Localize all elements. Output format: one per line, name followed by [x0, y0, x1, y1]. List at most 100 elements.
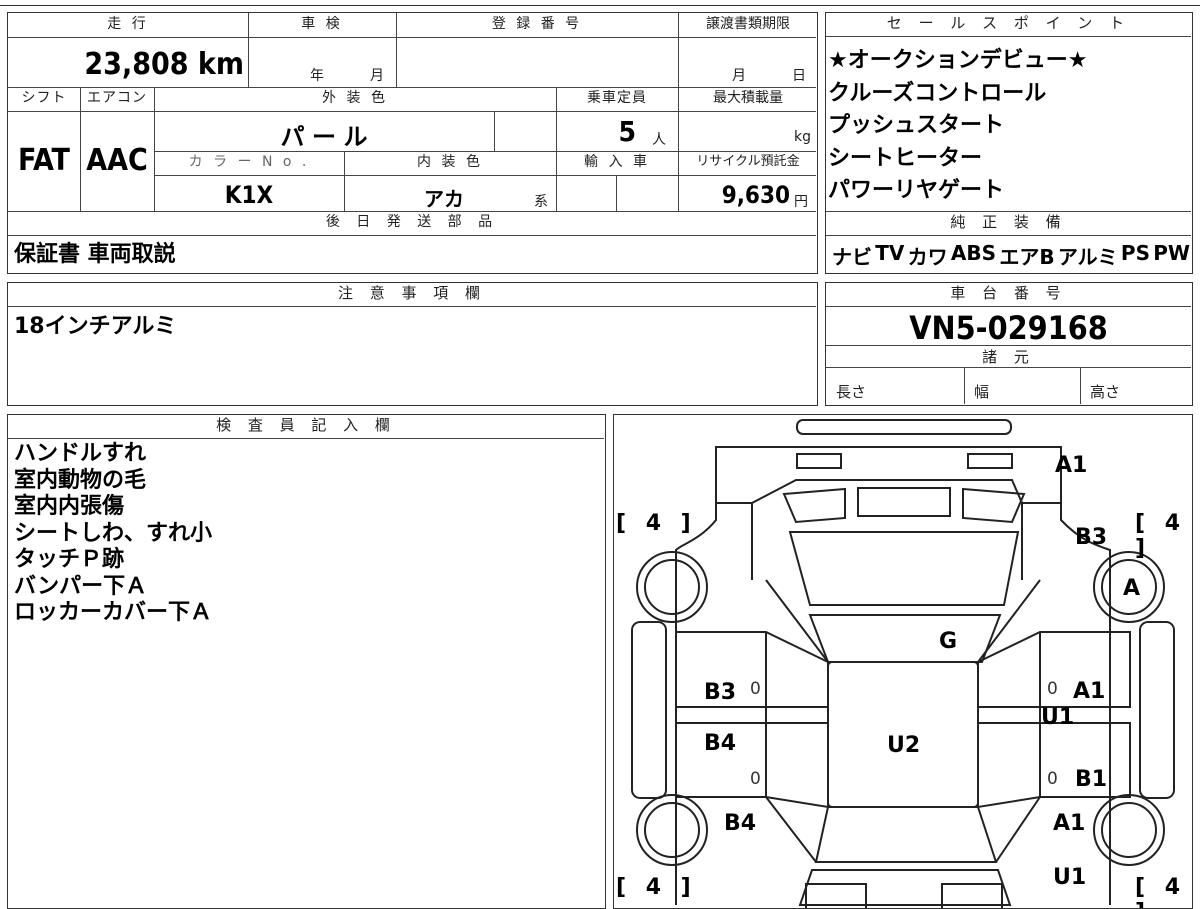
header-later-parts: 後 日 発 送 部 品: [325, 214, 499, 230]
car-diagram: [630, 418, 1175, 908]
notes-header: 注 意 事 項 欄: [8, 283, 816, 307]
wheel-rear-left: [635, 550, 708, 623]
shift-value: FAT: [18, 143, 70, 178]
equipment-abs: ABS: [950, 241, 997, 265]
mark-cabin-u2: U2: [887, 733, 921, 758]
notes-text: 18インチアルミ: [14, 314, 177, 339]
transfer-day-label: 日: [792, 68, 806, 84]
mark-front-right-u1: U1: [1053, 865, 1087, 890]
door-right-front: [976, 721, 1131, 808]
mark-zero: 0: [750, 769, 761, 789]
header-capacity: 乗車定員: [587, 90, 647, 106]
header-interior-color: 内 装 色: [417, 154, 483, 170]
header-exterior-color: 外 装 色: [322, 90, 388, 106]
header-import: 輸 入 車: [584, 154, 650, 170]
rocker-left: [630, 620, 667, 799]
transfer-month-label: 月: [732, 68, 746, 84]
mark-zero: 0: [750, 679, 761, 699]
mark-left-front-door-b4: B4: [704, 731, 737, 756]
tire-tread-front-left: [ 4 ]: [616, 875, 697, 900]
header-mileage: 走 行: [107, 16, 149, 32]
inspector-note-line: 室内内張傷: [14, 494, 125, 519]
color-number-value: K1X: [224, 181, 274, 209]
spec-width-label: 幅: [974, 383, 990, 401]
chassis-panel: 車 台 番 号 VN5-029168 諸 元 長さ 幅 高さ: [825, 282, 1193, 406]
tire-tread-rear-right: [ 4 ]: [1135, 511, 1187, 561]
vehicle-info-table: 走 行 車 検 登 録 番 号 譲渡書類期限 23,808 km 年 月 月 日…: [7, 12, 818, 274]
inspector-note-line: シートしわ、すれ小: [14, 520, 213, 546]
capacity-unit: 人: [652, 132, 666, 148]
rear-panel-outline: [714, 445, 1062, 504]
mark-left-rear-door-b3: B3: [704, 680, 737, 705]
mark-front-wheel-b4: B4: [724, 811, 757, 836]
wheel-front-right: [1092, 793, 1165, 866]
header-aircon: エアコン: [87, 90, 147, 106]
mark-right-u1: U1: [1041, 705, 1075, 730]
header-color-number: カ ラ ー N o .: [188, 154, 310, 170]
header-registration: 登 録 番 号: [491, 16, 583, 32]
load-unit: kg: [794, 129, 811, 145]
mark-front-right-a1: A1: [1053, 811, 1086, 836]
equipment-list: ナビ TV カワ ABS エアB アルミ PS PW: [832, 241, 1190, 270]
mark-rear-a1: A1: [1055, 453, 1088, 478]
rear-glass-right: [961, 487, 1025, 523]
notes-panel: 注 意 事 項 欄 18インチアルミ: [7, 282, 818, 406]
inspector-panel: 検 査 員 記 入 欄 ハンドルすれ 室内動物の毛 室内内張傷 シートしわ、すれ…: [7, 414, 606, 909]
recycle-fee-unit: 円: [794, 194, 808, 210]
inspector-note-line: ハンドルすれ: [14, 441, 147, 466]
equipment-ps: PS: [1120, 241, 1150, 265]
rear-bumper-outline: [795, 418, 1012, 435]
header-shift: シフト: [21, 90, 67, 106]
inspector-note-line: バンパー下Ａ: [14, 573, 148, 599]
inspection-year-label: 年: [310, 68, 324, 84]
sales-point-item: シートヒーター: [828, 145, 983, 171]
inspector-note-line: タッチＰ跡: [14, 547, 125, 572]
rear-glass-center: [856, 486, 951, 517]
chassis-number: VN5-029168: [909, 309, 1108, 347]
inspector-header: 検 査 員 記 入 欄: [8, 415, 604, 439]
sales-point-item: ★オークションデビュー★: [828, 48, 1088, 73]
sales-points-header: セ ー ル ス ポ イ ン ト: [826, 13, 1191, 37]
chassis-header: 車 台 番 号: [826, 283, 1191, 307]
equipment-airbag: エアB: [999, 245, 1055, 269]
rear-glass-left: [782, 487, 846, 523]
interior-color-suffix: 系: [534, 194, 548, 210]
mileage-value: 23,808 km: [84, 47, 244, 82]
tail-lamp-left: [795, 452, 842, 469]
equipment-alloy: アルミ: [1057, 245, 1118, 269]
top-cutoff-strip: [0, 0, 1200, 6]
mark-roof-g: G: [939, 629, 958, 654]
tire-tread-front-right: [ 4 ]: [1135, 875, 1187, 908]
sales-point-item: プッシュスタート: [828, 113, 1005, 138]
hood-outline: [798, 868, 1011, 906]
spec-header: 諸 元: [826, 346, 1191, 368]
front-glass-outline: [814, 805, 997, 863]
recycle-fee-value: 9,630: [721, 181, 790, 209]
tailgate-outline: [788, 530, 1019, 606]
mark-right-rear-door-a1: A1: [1073, 679, 1106, 704]
mark-rear-quarter-b3: B3: [1075, 525, 1108, 550]
inspector-notes: ハンドルすれ 室内動物の毛 室内内張傷 シートしわ、すれ小 タッチＰ跡 バンパー…: [14, 441, 212, 627]
equipment-header: 純 正 装 備: [826, 212, 1191, 236]
sales-point-item: パワーリヤゲート: [828, 178, 1005, 203]
damage-diagram-panel: [ 4 ] [ 4 ] [ 4 ] [ 4 ] A1 B3 A G B3 0 0…: [613, 414, 1193, 909]
sales-points-list: ★オークションデビュー★ クルーズコントロール プッシュスタート シートヒーター…: [828, 45, 1087, 208]
mark-wheel-a: A: [1123, 576, 1141, 601]
header-inspection: 車 検: [301, 16, 343, 32]
mark-right-front-door-b1: B1: [1075, 767, 1108, 792]
inspector-note-line: ロッカーカバー下Ａ: [14, 600, 213, 625]
aircon-value: AAC: [86, 143, 148, 178]
sales-point-item: クルーズコントロール: [828, 80, 1047, 106]
interior-color-value: アカ: [424, 187, 464, 211]
spec-length-label: 長さ: [836, 383, 867, 401]
equipment-pw: PW: [1153, 241, 1190, 265]
mark-zero: 0: [1047, 679, 1058, 699]
rocker-right: [1138, 620, 1175, 799]
equipment-tv: TV: [875, 241, 905, 265]
header-recycle-fee: リサイクル預託金: [696, 154, 800, 169]
inspector-note-line: 室内動物の毛: [14, 467, 147, 493]
header-max-load: 最大積載量: [713, 90, 783, 106]
inspection-month-label: 月: [370, 68, 384, 84]
capacity-value: 5: [618, 115, 636, 148]
spec-height-label: 高さ: [1090, 383, 1121, 401]
